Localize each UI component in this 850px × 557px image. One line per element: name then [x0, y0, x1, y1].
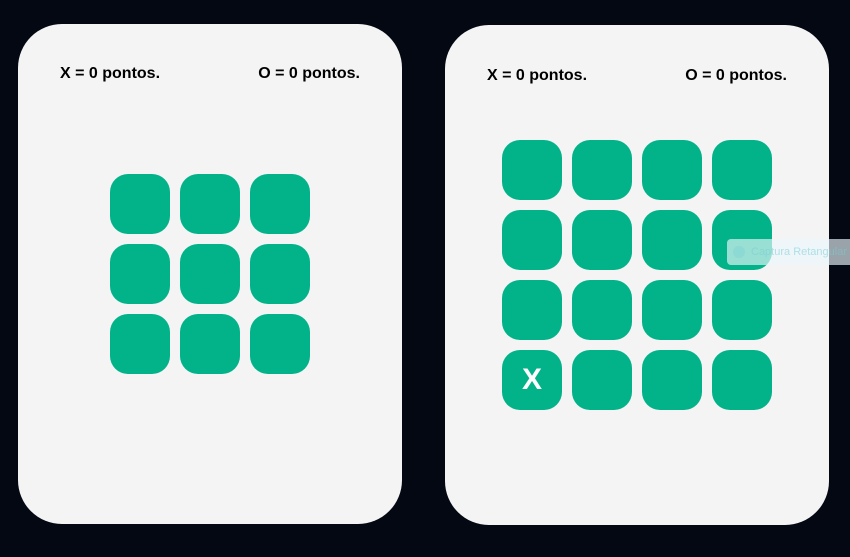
board-4x4: X = 0 pontos. O = 0 pontos. X	[445, 25, 829, 525]
board-cell[interactable]	[572, 280, 632, 340]
board-cell[interactable]	[180, 174, 240, 234]
board-3x3: X = 0 pontos. O = 0 pontos.	[18, 24, 402, 524]
board-cell[interactable]	[712, 140, 772, 200]
tooltip-text: Captura Retangular	[751, 246, 848, 258]
board-cell-x-mark[interactable]: X	[502, 350, 562, 410]
board-cell[interactable]	[642, 210, 702, 270]
board-cell[interactable]	[642, 140, 702, 200]
board-cell[interactable]	[250, 244, 310, 304]
board-cell[interactable]	[250, 174, 310, 234]
board-cell[interactable]	[180, 314, 240, 374]
board-cell[interactable]	[502, 280, 562, 340]
board-cell[interactable]	[712, 350, 772, 410]
score-o: O = 0 pontos.	[258, 65, 360, 82]
board-cell[interactable]	[502, 140, 562, 200]
board-cell[interactable]	[572, 350, 632, 410]
board-cell[interactable]	[180, 244, 240, 304]
board-cell[interactable]	[502, 210, 562, 270]
score-o: O = 0 pontos.	[685, 67, 787, 84]
board-cell[interactable]	[572, 210, 632, 270]
board-cell[interactable]	[110, 174, 170, 234]
board-cell[interactable]	[110, 244, 170, 304]
board-cell[interactable]	[110, 314, 170, 374]
board-cell[interactable]	[712, 280, 772, 340]
board-cell[interactable]	[642, 280, 702, 340]
board-cell[interactable]	[250, 314, 310, 374]
board-cell[interactable]	[642, 350, 702, 410]
board-grid-4x4: X	[502, 140, 772, 410]
board-grid-3x3	[110, 174, 310, 374]
screen-capture-tooltip: Captura Retangular	[727, 239, 850, 265]
capture-icon	[733, 246, 745, 258]
board-cell[interactable]	[572, 140, 632, 200]
score-x: X = 0 pontos.	[60, 65, 161, 82]
score-x: X = 0 pontos.	[487, 67, 588, 84]
